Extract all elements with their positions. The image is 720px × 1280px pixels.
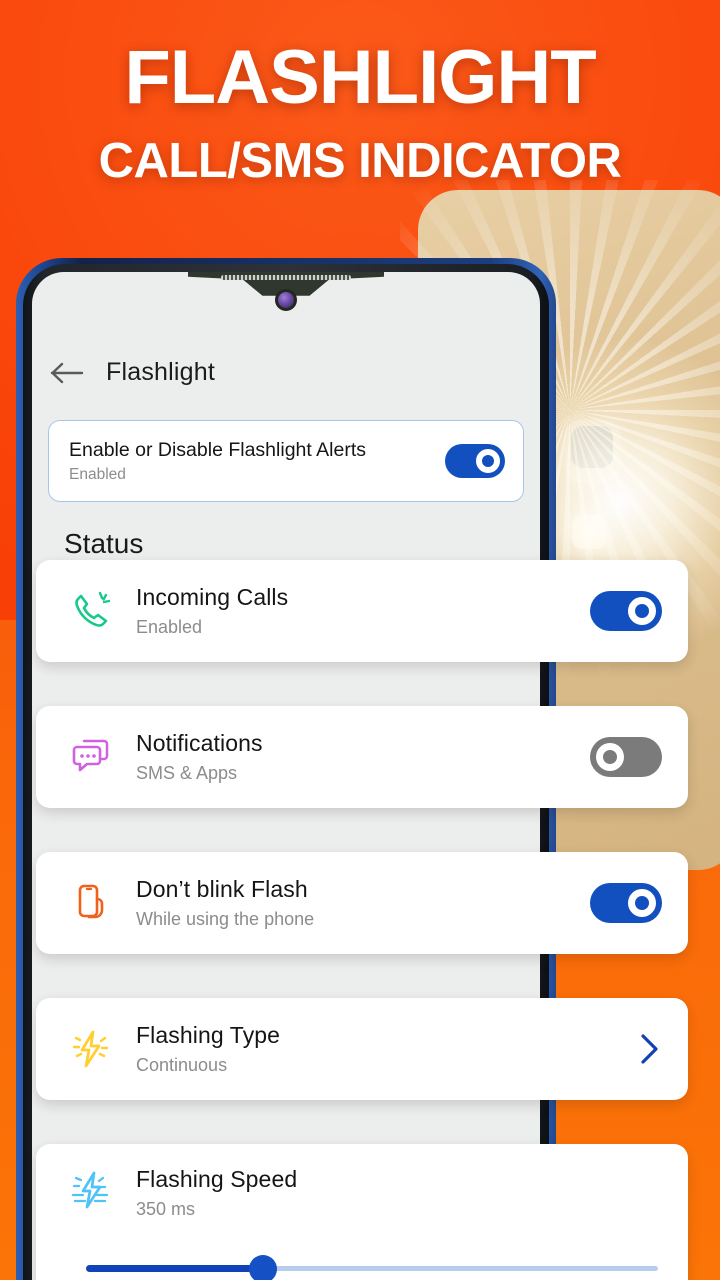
settings-card-list: Incoming Calls Enabled Notifications SMS… (36, 560, 688, 1280)
dont-blink-flash-toggle[interactable] (590, 883, 662, 923)
notifications-toggle[interactable] (590, 737, 662, 777)
lightning-bolt-icon (58, 1025, 124, 1073)
toggle-knob (628, 597, 656, 625)
enable-alerts-toggle[interactable] (445, 444, 505, 478)
list-item-texts: Incoming Calls Enabled (124, 584, 590, 638)
toggle-knob (628, 889, 656, 917)
list-item[interactable]: Incoming Calls Enabled (36, 560, 688, 662)
speaker-grille-icon (221, 275, 351, 280)
list-item[interactable]: Flashing Speed 350 ms (36, 1144, 688, 1280)
list-item-subtitle: Enabled (136, 617, 203, 637)
list-item-texts: Flashing Speed 350 ms (124, 1166, 662, 1220)
status-section-heading: Status (64, 528, 144, 559)
flashing-speed-slider[interactable] (86, 1253, 658, 1280)
promo-subheadline: CALL/SMS INDICATOR (98, 134, 622, 188)
list-item[interactable]: Flashing Type Continuous (36, 998, 688, 1100)
chevron-right-icon[interactable] (636, 1030, 662, 1068)
phone-ringing-icon (58, 587, 124, 635)
flashing-speed-slider-row (58, 1253, 662, 1280)
list-item-title: Don’t blink Flash (136, 876, 308, 902)
list-item-subtitle: While using the phone (136, 909, 315, 929)
toggle-knob (596, 743, 624, 771)
toggle-knob (476, 449, 500, 473)
chat-bubbles-icon (58, 733, 124, 781)
list-item-texts: Flashing Type Continuous (124, 1022, 636, 1076)
enable-alerts-title: Enable or Disable Flashlight Alerts (69, 438, 366, 461)
list-item-subtitle: 350 ms (136, 1199, 196, 1219)
promo-headline-block: FLASHLIGHT CALL/SMS INDICATOR (0, 36, 720, 190)
list-item-title: Notifications (136, 730, 263, 756)
front-camera-icon (275, 289, 297, 311)
list-item-title: Flashing Type (136, 1022, 281, 1048)
phone-in-hand-icon (58, 879, 124, 927)
list-item-subtitle: SMS & Apps (136, 763, 238, 783)
slider-thumb[interactable] (249, 1255, 278, 1280)
slider-fill (86, 1265, 264, 1272)
list-item[interactable]: Notifications SMS & Apps (36, 706, 688, 808)
list-item-texts: Don’t blink Flash While using the phone (124, 876, 590, 930)
lightning-speed-icon (58, 1166, 124, 1214)
arrow-left-icon[interactable] (50, 361, 84, 385)
list-item[interactable]: Don’t blink Flash While using the phone (36, 852, 688, 954)
notch (188, 272, 384, 316)
list-item-texts: Notifications SMS & Apps (124, 730, 590, 784)
enable-alerts-subtitle: Enabled (69, 465, 126, 483)
promo-screenshot: FLASHLIGHT CALL/SMS INDICATOR Flashlight… (0, 0, 720, 1280)
promo-headline: FLASHLIGHT (124, 35, 596, 120)
list-item-title: Incoming Calls (136, 584, 289, 610)
incoming-calls-toggle[interactable] (590, 591, 662, 631)
page-title: Flashlight (106, 358, 215, 386)
list-item-title: Flashing Speed (136, 1166, 298, 1192)
list-item-subtitle: Continuous (136, 1055, 228, 1075)
enable-alerts-texts: Enable or Disable Flashlight Alerts Enab… (69, 439, 366, 484)
app-bar: Flashlight (32, 316, 540, 387)
enable-alerts-card[interactable]: Enable or Disable Flashlight Alerts Enab… (48, 420, 524, 502)
